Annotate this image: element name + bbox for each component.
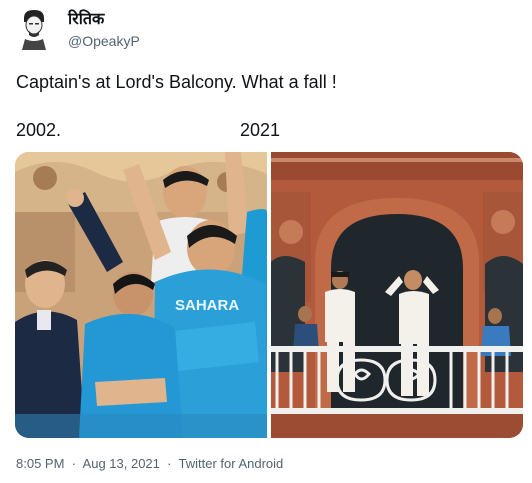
photo-divider bbox=[267, 152, 271, 438]
avatar[interactable] bbox=[20, 8, 48, 50]
tweet-media[interactable]: SAHARA bbox=[15, 152, 523, 438]
photo-2021[interactable] bbox=[271, 152, 523, 438]
tweet-source[interactable]: Twitter for Android bbox=[179, 456, 284, 471]
tweet-date[interactable]: Aug 13, 2021 bbox=[83, 456, 160, 471]
tweet-time[interactable]: 8:05 PM bbox=[16, 456, 64, 471]
year-label-left: 2002. bbox=[16, 120, 62, 140]
tweet-text: Captain's at Lord's Balcony. What a fall… bbox=[16, 72, 337, 92]
tweet-metadata: 8:05 PM · Aug 13, 2021 · Twitter for And… bbox=[16, 455, 283, 473]
jersey-sponsor-text: SAHARA bbox=[175, 297, 239, 314]
user-handle[interactable]: @OpeakyP bbox=[68, 32, 140, 50]
photo-2002[interactable]: SAHARA bbox=[15, 152, 267, 438]
year-label-right: 2021 bbox=[240, 120, 281, 140]
display-name[interactable]: रितिक bbox=[68, 9, 104, 29]
